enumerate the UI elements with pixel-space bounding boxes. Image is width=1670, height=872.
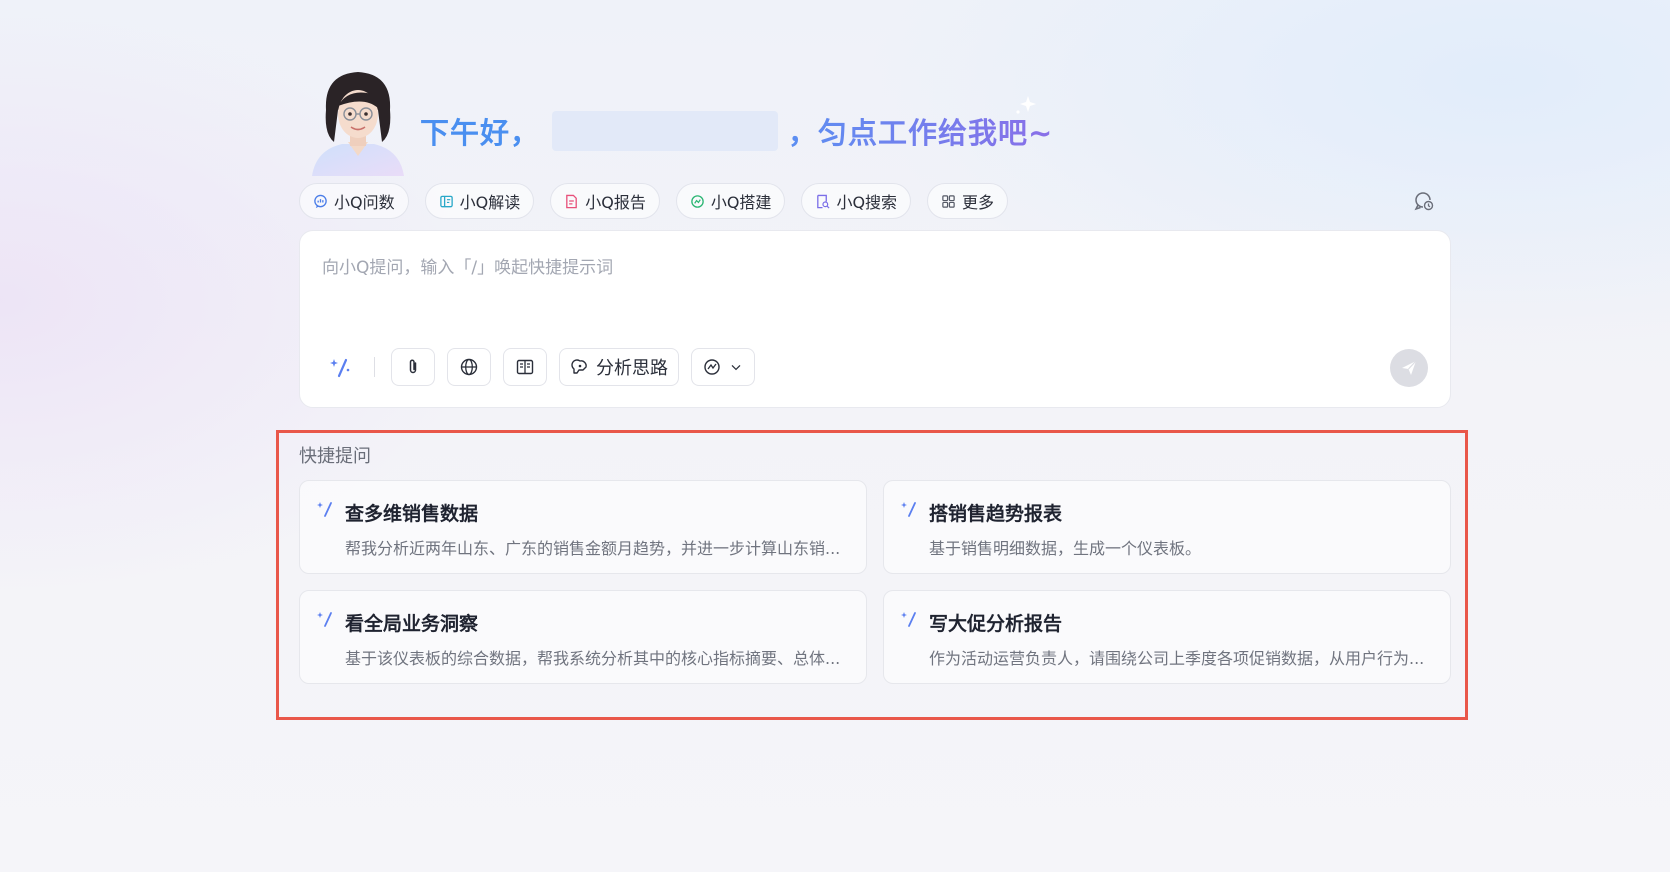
input-toolbar: 分析思路 bbox=[322, 348, 755, 386]
tab-label: 更多 bbox=[962, 193, 995, 212]
quick-prompt-card[interactable]: 搭销售趋势报表 基于销售明细数据，生成一个仪表板。 bbox=[883, 480, 1451, 574]
card-desc: 作为活动运营负责人，请围绕公司上季度各项促销数据，从用户行为... bbox=[929, 649, 1425, 668]
greeting: 下午好， ，匀点工作给我吧~ bbox=[420, 106, 1053, 156]
paperclip-icon bbox=[409, 359, 417, 374]
attach-button[interactable] bbox=[391, 348, 435, 386]
card-title: 查多维销售数据 bbox=[345, 503, 479, 525]
quick-prompt-card[interactable]: 写大促分析报告 作为活动运营负责人，请围绕公司上季度各项促销数据，从用户行为..… bbox=[883, 590, 1451, 684]
quick-prompt-card[interactable]: 看全局业务洞察 基于该仪表板的综合数据，帮我系统分析其中的核心指标摘要、总体..… bbox=[299, 590, 867, 684]
agent-tabs: 小Q问数 小Q解读 小Q报告 小Q搭建 小Q搜索 更多 bbox=[299, 183, 1009, 219]
model-icon bbox=[704, 359, 720, 375]
user-name-redacted bbox=[552, 111, 779, 151]
card-desc: 基于销售明细数据，生成一个仪表板。 bbox=[929, 539, 1202, 558]
sparkle-icon bbox=[1010, 92, 1038, 120]
divider bbox=[374, 357, 375, 377]
tab-more[interactable]: 更多 bbox=[927, 183, 1009, 219]
greeting-prefix: 下午好， bbox=[420, 116, 541, 150]
tab-report[interactable]: 小Q报告 bbox=[550, 183, 660, 219]
prompt-input-box[interactable]: 向小Q提问，输入「/」唤起快捷提示词 分析思路 bbox=[299, 230, 1451, 408]
send-icon bbox=[1402, 360, 1417, 375]
magic-wand-icon bbox=[316, 609, 336, 629]
tab-interpret[interactable]: 小Q解读 bbox=[424, 183, 535, 219]
tab-label: 小Q搜索 bbox=[836, 193, 898, 212]
card-title: 写大促分析报告 bbox=[929, 613, 1063, 635]
knowledge-button[interactable] bbox=[503, 348, 547, 386]
globe-icon bbox=[460, 358, 478, 376]
brain-icon bbox=[571, 359, 587, 374]
tab-label: 小Q问数 bbox=[334, 193, 395, 212]
prompt-input[interactable]: 向小Q提问，输入「/」唤起快捷提示词 bbox=[322, 253, 613, 278]
model-select[interactable] bbox=[691, 348, 755, 386]
web-search-button[interactable] bbox=[447, 348, 491, 386]
magic-wand-icon bbox=[900, 499, 920, 519]
tab-label: 小Q报告 bbox=[585, 193, 646, 212]
open-book-icon bbox=[516, 359, 534, 375]
tab-ask-data[interactable]: 小Q问数 bbox=[299, 183, 409, 219]
magic-wand-icon[interactable] bbox=[322, 348, 360, 386]
card-title: 搭销售趋势报表 bbox=[929, 503, 1063, 525]
send-button[interactable] bbox=[1390, 349, 1428, 387]
magic-wand-icon bbox=[900, 609, 920, 629]
build-icon bbox=[691, 194, 704, 208]
card-desc: 帮我分析近两年山东、广东的销售金额月趋势，并进一步计算山东销... bbox=[345, 539, 841, 558]
grid-icon bbox=[942, 194, 955, 208]
tab-search[interactable]: 小Q搜索 bbox=[801, 183, 912, 219]
card-desc: 基于该仪表板的综合数据，帮我系统分析其中的核心指标摘要、总体... bbox=[345, 649, 841, 668]
book-icon bbox=[439, 195, 453, 207]
quick-prompts-title: 快捷提问 bbox=[299, 446, 371, 467]
tab-label: 小Q搭建 bbox=[710, 193, 772, 212]
tab-label: 小Q解读 bbox=[459, 193, 521, 212]
card-title: 看全局业务洞察 bbox=[345, 613, 479, 635]
quick-prompt-card[interactable]: 查多维销售数据 帮我分析近两年山东、广东的销售金额月趋势，并进一步计算山东销..… bbox=[299, 480, 867, 574]
assistant-avatar bbox=[302, 64, 414, 176]
search-doc-icon bbox=[817, 194, 830, 208]
magic-wand-icon bbox=[316, 499, 336, 519]
chat-data-icon bbox=[314, 194, 327, 208]
analysis-approach-button[interactable]: 分析思路 bbox=[559, 348, 679, 386]
report-icon bbox=[566, 194, 578, 208]
tab-build[interactable]: 小Q搭建 bbox=[675, 183, 786, 219]
chevron-down-icon bbox=[731, 364, 741, 371]
analysis-label: 分析思路 bbox=[596, 358, 668, 379]
chat-history-icon[interactable] bbox=[1413, 190, 1435, 212]
